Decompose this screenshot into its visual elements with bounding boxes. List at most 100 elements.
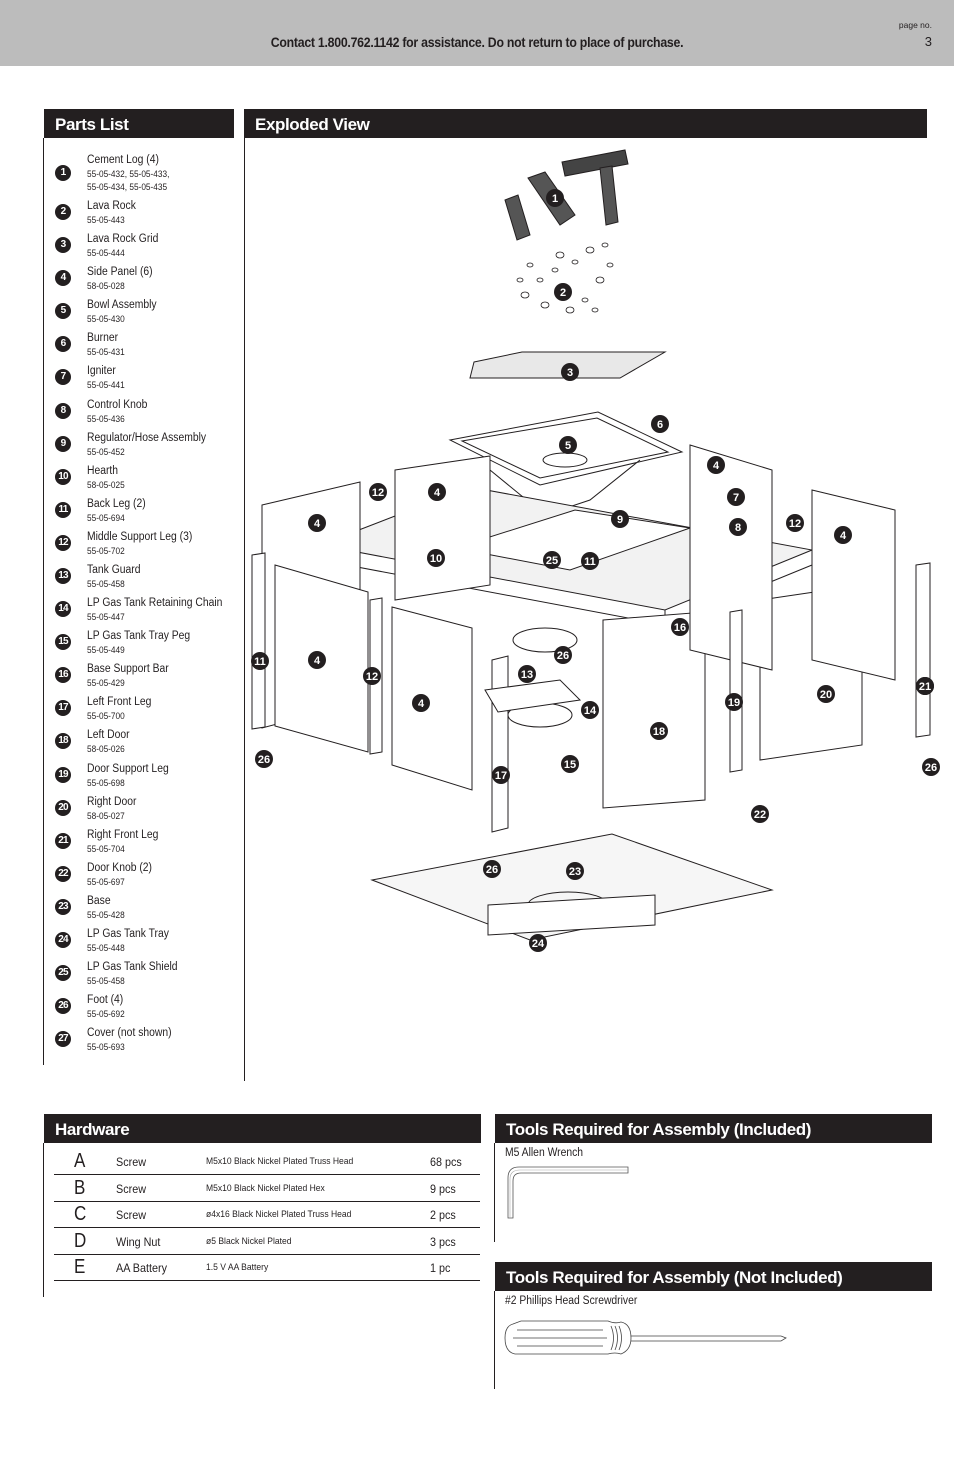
- parts-list-item: 17 Left Front Leg 55-05-700: [44, 696, 239, 729]
- tool-allen-wrench-label: M5 Allen Wrench: [505, 1147, 584, 1159]
- hardware-type: Screw: [116, 1181, 147, 1196]
- callout-17: 17: [492, 766, 510, 784]
- tools-not-included-header: Tools Required for Assembly (Not Include…: [495, 1262, 932, 1291]
- part-number-badge: 3: [55, 237, 71, 253]
- part-name: Burner: [87, 332, 119, 344]
- part-name: Door Knob (2): [87, 862, 153, 874]
- exploded-view-diagram: 1234444445678910111111121212131415161718…: [251, 149, 940, 952]
- parts-list-item: 9 Regulator/Hose Assembly 55-05-452: [44, 432, 239, 465]
- part-number-badge: 25: [55, 965, 71, 981]
- part-name: Hearth: [87, 465, 119, 477]
- part-name: Foot (4): [87, 994, 124, 1006]
- page-number-label: page no.: [898, 20, 932, 30]
- part-catalog-number: 55-05-458: [87, 579, 125, 589]
- parts-list-item: 12 Middle Support Leg (3) 55-05-702: [44, 531, 239, 564]
- callout-23: 23: [566, 862, 584, 880]
- callout-4: 4: [834, 526, 852, 544]
- part-number-badge: 15: [55, 634, 71, 650]
- parts-list-item: 8 Control Knob 55-05-436: [44, 399, 239, 432]
- part-catalog-number: 58-05-027: [87, 811, 125, 821]
- exploded-view-title: Exploded View: [255, 115, 370, 134]
- side-panels-illustration: [261, 444, 896, 809]
- part-catalog-number: 55-05-692: [87, 1009, 125, 1019]
- parts-list-item: 22 Door Knob (2) 55-05-697: [44, 862, 239, 895]
- part-catalog-number: 55-05-693: [87, 1042, 125, 1052]
- callout-label: 26: [258, 754, 270, 766]
- callout-label: 17: [495, 770, 507, 782]
- hardware-type: Screw: [116, 1208, 147, 1222]
- part-catalog-number: 55-05-431: [87, 347, 125, 357]
- hardware-letter: C: [74, 1203, 87, 1225]
- hardware-description: M5x10 Black Nickel Plated Truss Head: [206, 1156, 354, 1167]
- callout-label: 4: [418, 698, 425, 710]
- base-illustration: [370, 833, 774, 941]
- callout-label: 23: [569, 866, 581, 878]
- hardware-letter: E: [74, 1256, 86, 1278]
- callout-label: 11: [584, 556, 596, 568]
- callout-label: 22: [754, 809, 766, 821]
- hardware-quantity: 2 pcs: [430, 1208, 456, 1222]
- callout-12: 12: [786, 514, 804, 532]
- hardware-quantity: 9 pcs: [430, 1181, 456, 1196]
- callout-label: 12: [366, 671, 378, 683]
- callout-10: 10: [427, 549, 445, 567]
- part-number-badge: 6: [55, 336, 71, 352]
- parts-list-item: 5 Bowl Assembly 55-05-430: [44, 299, 239, 332]
- callout-19: 19: [725, 693, 743, 711]
- exploded-view-left-rule: [244, 138, 245, 1081]
- part-number-badge: 5: [55, 303, 71, 319]
- parts-list-item: 3 Lava Rock Grid 55-05-444: [44, 233, 239, 266]
- part-number-badge: 10: [55, 469, 71, 485]
- part-name: Middle Support Leg (3): [87, 531, 193, 543]
- allen-wrench-icon: [507, 1166, 629, 1219]
- callout-label: 11: [254, 656, 266, 668]
- part-name: Igniter: [87, 365, 116, 377]
- part-name: Cement Log (4): [87, 154, 159, 166]
- part-catalog-number: 58-05-026: [87, 744, 125, 754]
- callout-12: 12: [369, 483, 387, 501]
- part-name: Lava Rock Grid: [87, 233, 159, 245]
- part-catalog-number: 55-05-434, 55-05-435: [87, 182, 168, 192]
- part-number-badge: 21: [55, 833, 71, 849]
- part-name: Right Front Leg: [87, 829, 159, 841]
- parts-list-item: 10 Hearth 58-05-025: [44, 465, 239, 498]
- part-number-badge: 17: [55, 700, 71, 716]
- callout-13: 13: [518, 665, 536, 683]
- hardware-description: ø5 Black Nickel Plated: [206, 1235, 292, 1247]
- part-catalog-number: 55-05-702: [87, 546, 125, 556]
- callout-label: 9: [617, 514, 623, 526]
- callout-label: 7: [733, 492, 739, 504]
- part-catalog-number: 55-05-452: [87, 447, 125, 457]
- phillips-screwdriver-icon: [504, 1320, 787, 1355]
- hardware-row: E AA Battery 1.5 V AA Battery 1 pc: [54, 1254, 480, 1281]
- part-catalog-number: 58-05-028: [87, 281, 125, 291]
- hardware-description: 1.5 V AA Battery: [206, 1262, 269, 1273]
- page-number: 3: [924, 34, 932, 49]
- part-name: Door Support Leg: [87, 763, 169, 775]
- callout-label: 1: [552, 193, 558, 205]
- hardware-left-rule: [43, 1143, 44, 1297]
- part-name: Bowl Assembly: [87, 299, 157, 311]
- parts-list-item: 1 Cement Log (4) 55-05-432, 55-05-433, 55-0…: [44, 154, 239, 192]
- hardware-letter: D: [74, 1229, 87, 1252]
- part-number-badge: 22: [55, 866, 71, 882]
- part-number-badge: 23: [55, 899, 71, 915]
- callout-label: 15: [564, 759, 576, 771]
- tools-included-header: Tools Required for Assembly (Included): [495, 1114, 932, 1143]
- parts-list-item: 16 Base Support Bar 55-05-429: [44, 663, 239, 696]
- hardware-letter: B: [74, 1176, 86, 1199]
- callout-label: 19: [728, 697, 740, 709]
- callout-label: 21: [919, 681, 931, 693]
- part-number-badge: 1: [55, 165, 71, 181]
- part-name: Lava Rock: [87, 200, 136, 212]
- part-name: LP Gas Tank Tray Peg: [87, 630, 191, 642]
- parts-list-item: 7 Igniter 55-05-441: [44, 365, 239, 398]
- callout-11: 11: [581, 552, 599, 570]
- callout-label: 4: [314, 655, 321, 667]
- part-catalog-number: 55-05-429: [87, 678, 125, 688]
- callout-5: 5: [559, 436, 577, 454]
- part-name: Left Door: [87, 729, 130, 741]
- parts-list-title: Parts List: [55, 115, 129, 134]
- tools-not-included-left-rule: [494, 1291, 495, 1389]
- hardware-quantity: 3 pcs: [430, 1234, 456, 1249]
